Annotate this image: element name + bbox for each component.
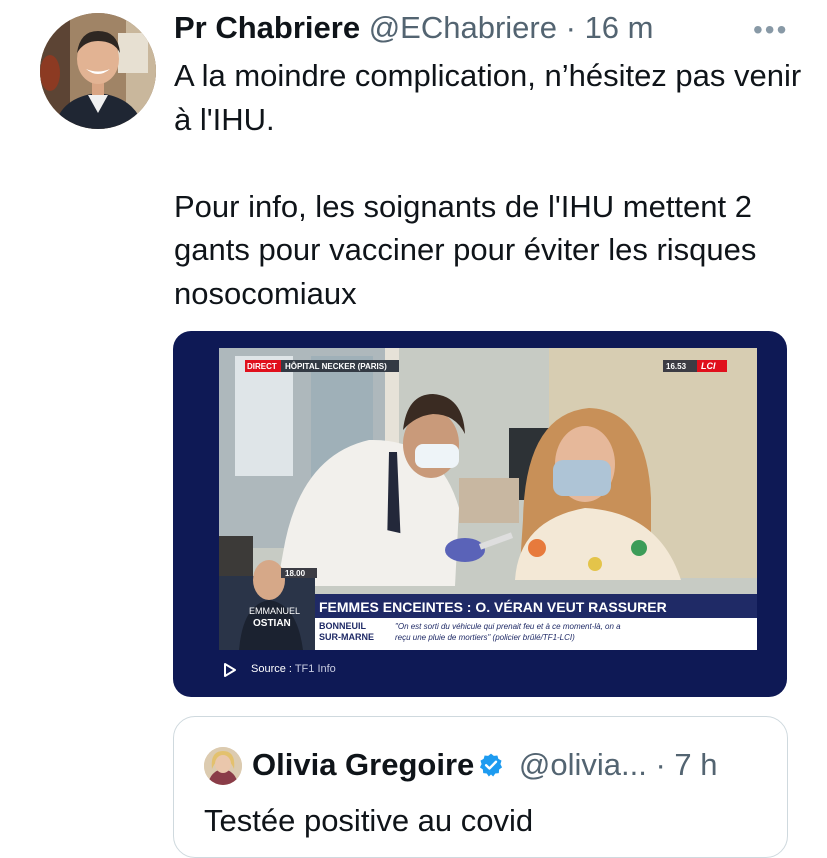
author-avatar[interactable] xyxy=(40,13,156,129)
quoted-tweet-header: Olivia Gregoire @olivia... · 7 h xyxy=(252,747,718,786)
presenter-time: 18.00 xyxy=(285,569,306,578)
author-name[interactable]: Pr Chabriere xyxy=(174,10,360,45)
video-card[interactable]: DIRECT HÔPITAL NECKER (PARIS) 16.53 LCI … xyxy=(173,331,787,697)
headline: FEMMES ENCEINTES : O. VÉRAN VEUT RASSURE… xyxy=(319,599,667,615)
quoted-avatar-image xyxy=(204,747,242,785)
ticker-place-line2: SUR-MARNE xyxy=(319,632,374,642)
video-frame[interactable]: DIRECT HÔPITAL NECKER (PARIS) 16.53 LCI … xyxy=(219,348,757,650)
tweet-paragraph: Pour info, les soignants de l'IHU metten… xyxy=(174,188,757,311)
source-value: TF1 Info xyxy=(294,663,336,675)
tweet-text: A la moindre complication, n’hésitez pas… xyxy=(174,54,804,315)
tweet-paragraph: A la moindre complication, n’hésitez pas… xyxy=(174,58,802,137)
video-source-bar: Source : TF1 Info xyxy=(173,653,787,693)
direct-label: DIRECT xyxy=(247,362,277,371)
author-handle[interactable]: @EChabriere xyxy=(369,10,557,45)
presenter-first-name: EMMANUEL xyxy=(249,606,300,616)
quoted-tweet-card[interactable]: Olivia Gregoire @olivia... · 7 h Testée … xyxy=(173,716,788,858)
header-separator: · xyxy=(565,10,576,45)
tweet-header: Pr Chabriere @EChabriere · 16 m xyxy=(174,10,814,50)
author-avatar-image xyxy=(40,13,156,129)
presenter-last-name: OSTIAN xyxy=(253,618,291,629)
quoted-tweet-text: Testée positive au covid xyxy=(204,803,534,838)
tweet-timestamp[interactable]: 16 m xyxy=(585,10,654,45)
verified-badge-icon xyxy=(478,750,504,786)
quoted-header-separator: · xyxy=(655,747,666,782)
ticker-place-line1: BONNEUIL xyxy=(319,621,367,631)
quoted-timestamp[interactable]: 7 h xyxy=(674,747,717,782)
news-broadcast-video: DIRECT HÔPITAL NECKER (PARIS) 16.53 LCI … xyxy=(219,348,757,650)
lci-logo: LCI xyxy=(701,361,716,371)
ticker-text-line2: reçu une pluie de mortiers" (policier br… xyxy=(395,633,575,642)
source-label: Source : xyxy=(251,663,292,675)
more-options-icon[interactable]: ••• xyxy=(753,14,788,46)
quoted-author-handle[interactable]: @olivia... xyxy=(519,747,647,782)
quoted-author-avatar[interactable] xyxy=(204,747,242,785)
location-label: HÔPITAL NECKER (PARIS) xyxy=(285,362,387,371)
broadcast-clock: 16.53 xyxy=(666,362,687,371)
play-icon[interactable] xyxy=(223,662,237,678)
quoted-author-name[interactable]: Olivia Gregoire xyxy=(252,747,474,782)
ticker-text-line1: "On est sorti du véhicule qui prenait fe… xyxy=(395,622,621,631)
video-source: Source : TF1 Info xyxy=(251,663,336,675)
